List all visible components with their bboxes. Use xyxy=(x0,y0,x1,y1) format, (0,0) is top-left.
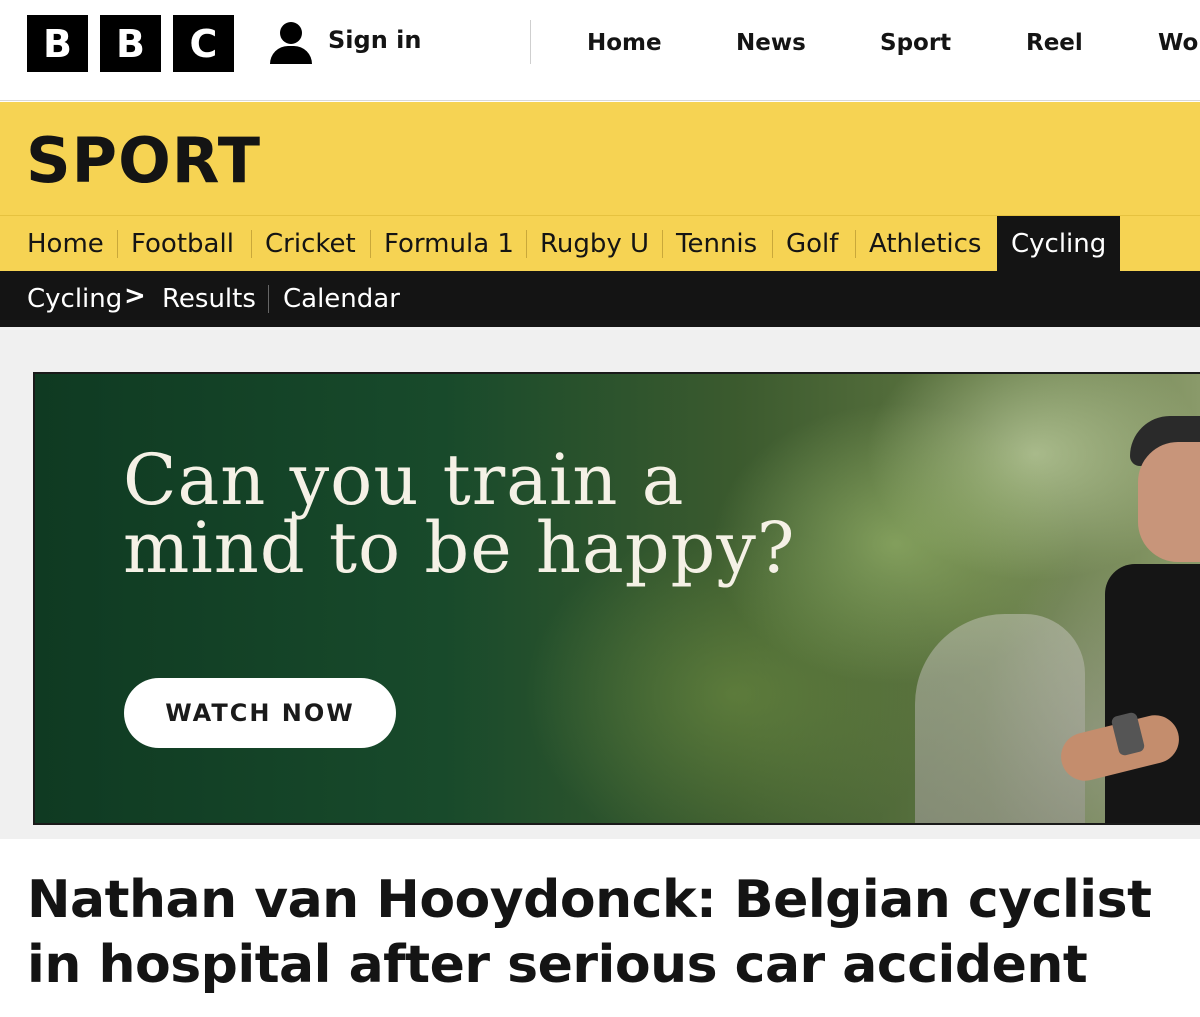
ad-headline-line-1: Can you train a xyxy=(123,439,685,521)
advertisement-banner[interactable]: Can you train a mind to be happy? WATCH … xyxy=(33,372,1200,825)
cycling-nav-divider xyxy=(268,285,269,313)
user-icon xyxy=(268,20,314,66)
cycling-nav-calendar[interactable]: Calendar xyxy=(283,271,400,327)
bbc-masthead: B B C Sign in Home News Sport Reel Wor xyxy=(0,0,1200,101)
bbc-logo-letter-b1: B xyxy=(27,15,88,72)
cycling-nav: Cycling > Results Calendar xyxy=(0,271,1200,327)
chevron-right-icon: > xyxy=(124,281,146,311)
sport-nav-football[interactable]: Football xyxy=(131,216,234,272)
watch-now-button[interactable]: WATCH NOW xyxy=(124,678,396,748)
masthead-divider xyxy=(530,20,531,64)
cycling-nav-section[interactable]: Cycling xyxy=(27,271,122,327)
sign-in-label: Sign in xyxy=(328,26,422,54)
sport-nav-divider xyxy=(526,230,527,258)
sport-nav-divider xyxy=(370,230,371,258)
sport-nav-formula-1[interactable]: Formula 1 xyxy=(384,216,514,272)
sport-title[interactable]: SPORT xyxy=(26,124,261,197)
bbc-logo-letter-b2: B xyxy=(100,15,161,72)
sport-nav-cricket[interactable]: Cricket xyxy=(265,216,356,272)
sign-in-link[interactable]: Sign in xyxy=(268,20,421,66)
bbc-logo-letter-c: C xyxy=(173,15,234,72)
article-headline: Nathan van Hooydonck: Belgian cyclist in… xyxy=(27,870,1152,995)
cycling-nav-results[interactable]: Results xyxy=(162,271,256,327)
global-nav-worklife[interactable]: Wor xyxy=(1158,30,1200,56)
sport-nav-divider xyxy=(772,230,773,258)
sport-nav-home[interactable]: Home xyxy=(27,216,104,272)
ad-runner-image xyxy=(1010,394,1200,823)
sport-nav: Home Football Cricket Formula 1 Rugby U … xyxy=(0,215,1200,272)
ad-headline: Can you train a mind to be happy? xyxy=(123,439,796,589)
sport-nav-athletics[interactable]: Athletics xyxy=(869,216,981,272)
sport-nav-tennis[interactable]: Tennis xyxy=(676,216,757,272)
sport-nav-divider xyxy=(251,230,252,258)
sport-nav-golf[interactable]: Golf xyxy=(786,216,838,272)
ad-headline-line-2: mind to be happy? xyxy=(123,507,796,589)
sport-nav-divider xyxy=(855,230,856,258)
ad-slot: Can you train a mind to be happy? WATCH … xyxy=(0,327,1200,839)
sport-nav-divider xyxy=(117,230,118,258)
bbc-logo[interactable]: B B C xyxy=(27,15,234,72)
global-nav-sport[interactable]: Sport xyxy=(880,30,1026,56)
global-nav-news[interactable]: News xyxy=(736,30,880,56)
sport-banner: SPORT xyxy=(0,102,1200,215)
global-nav: Home News Sport Reel Wor xyxy=(587,30,1200,56)
sport-nav-divider xyxy=(662,230,663,258)
sport-nav-rugby-union[interactable]: Rugby U xyxy=(540,216,649,272)
global-nav-reel[interactable]: Reel xyxy=(1026,30,1158,56)
sport-nav-cycling[interactable]: Cycling xyxy=(997,216,1121,272)
global-nav-home[interactable]: Home xyxy=(587,30,736,56)
